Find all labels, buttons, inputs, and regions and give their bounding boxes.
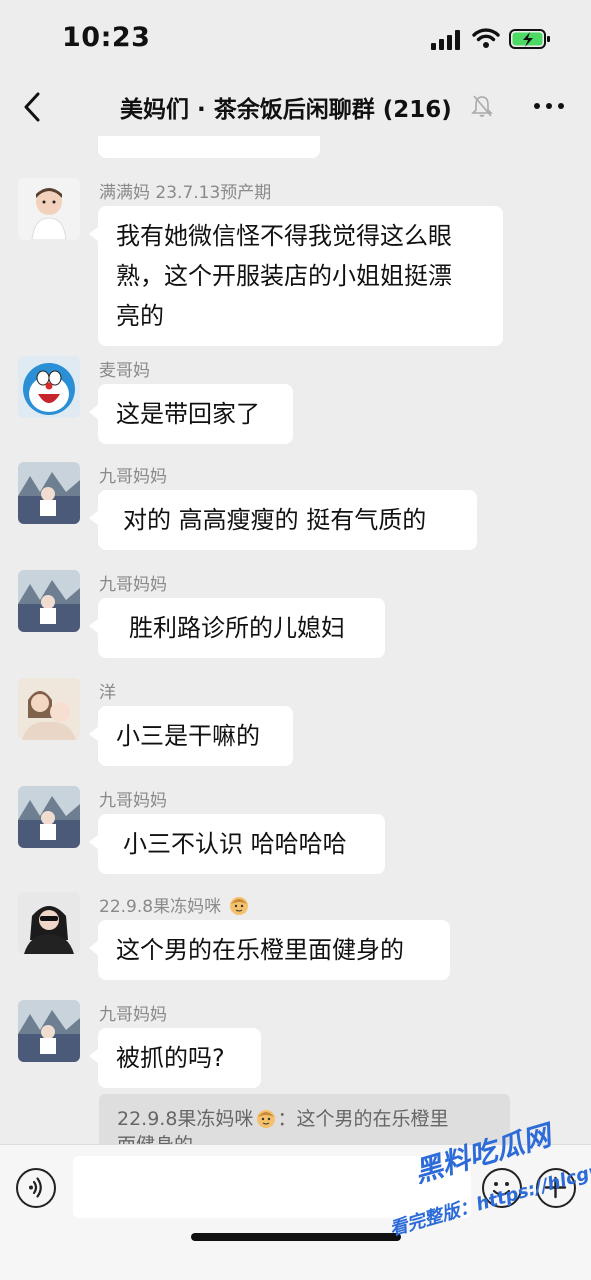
back-icon[interactable] bbox=[20, 90, 44, 124]
sender-name: 九哥妈妈 bbox=[99, 1005, 167, 1025]
message-bubble[interactable]: 小三不认识 哈哈哈哈 bbox=[89, 814, 385, 874]
message-text-line: 亮的 bbox=[116, 302, 164, 330]
emoji-face-icon bbox=[230, 897, 249, 915]
sender-name: 九哥妈妈 bbox=[99, 791, 167, 811]
emoji-face-icon bbox=[257, 1110, 276, 1128]
home-indicator bbox=[191, 1233, 401, 1241]
mute-bell-icon bbox=[471, 95, 493, 117]
sender-name-text: 22.9.8果冻妈咪 bbox=[99, 897, 222, 917]
quoted-author: 22.9.8果冻妈咪 bbox=[117, 1108, 254, 1130]
battery-charging-icon bbox=[509, 29, 550, 49]
message-text: 这是带回家了 bbox=[116, 400, 260, 428]
message-text: 胜利路诊所的儿媳妇 bbox=[129, 614, 345, 642]
avatar[interactable] bbox=[18, 892, 80, 954]
avatar[interactable] bbox=[18, 356, 80, 418]
chat-title: 美妈们 · 茶余饭后闲聊群 (216) bbox=[120, 97, 452, 123]
wifi-icon bbox=[472, 28, 500, 48]
message-bubble[interactable]: 这是带回家了 bbox=[89, 384, 293, 444]
message-bubble[interactable]: 对的 高高瘦瘦的 挺有气质的 bbox=[89, 490, 477, 550]
sender-name: 九哥妈妈 bbox=[99, 467, 167, 487]
partial-message-bubble bbox=[98, 136, 320, 158]
message-text: 被抓的吗? bbox=[116, 1044, 225, 1072]
avatar[interactable] bbox=[18, 178, 80, 240]
message-text-line: 我有她微信怪不得我觉得这么眼 bbox=[116, 222, 452, 250]
message-text-line: 熟，这个开服装店的小姐姐挺漂 bbox=[116, 262, 452, 290]
message-bubble[interactable]: 这个男的在乐橙里面健身的 bbox=[89, 920, 450, 980]
more-icon[interactable] bbox=[533, 100, 565, 112]
message-text: 对的 高高瘦瘦的 挺有气质的 bbox=[123, 506, 427, 534]
sender-name: 满满妈 23.7.13预产期 bbox=[99, 183, 272, 203]
cellular-signal-icon bbox=[431, 30, 460, 50]
message-text: 这个男的在乐橙里面健身的 bbox=[116, 936, 404, 964]
message-bubble[interactable]: 小三是干嘛的 bbox=[89, 706, 293, 766]
avatar[interactable] bbox=[18, 462, 80, 524]
message-bubble[interactable]: 被抓的吗? bbox=[89, 1028, 261, 1088]
status-time: 10:23 bbox=[62, 22, 151, 53]
avatar[interactable] bbox=[18, 570, 80, 632]
message-bubble[interactable]: 我有她微信怪不得我觉得这么眼 熟，这个开服装店的小姐姐挺漂 亮的 bbox=[89, 206, 503, 346]
status-bar: 10:23 bbox=[0, 0, 591, 78]
message-bubble[interactable]: 胜利路诊所的儿媳妇 bbox=[89, 598, 385, 658]
sender-name: 22.9.8果冻妈咪 bbox=[99, 892, 250, 917]
chat-header: 美妈们 · 茶余饭后闲聊群 (216) bbox=[0, 78, 591, 136]
voice-button[interactable] bbox=[16, 1168, 56, 1208]
avatar[interactable] bbox=[18, 786, 80, 848]
avatar[interactable] bbox=[18, 1000, 80, 1062]
sender-name: 麦哥妈 bbox=[99, 361, 150, 381]
message-text: 小三是干嘛的 bbox=[116, 722, 260, 750]
sender-name: 九哥妈妈 bbox=[99, 575, 167, 595]
message-list[interactable]: 满满妈 23.7.13预产期 我有她微信怪不得我觉得这么眼 熟，这个开服装店的小… bbox=[0, 136, 591, 1144]
voice-icon bbox=[29, 1177, 42, 1198]
avatar[interactable] bbox=[18, 678, 80, 740]
sender-name: 洋 bbox=[99, 683, 116, 703]
message-text: 小三不认识 哈哈哈哈 bbox=[123, 830, 347, 858]
